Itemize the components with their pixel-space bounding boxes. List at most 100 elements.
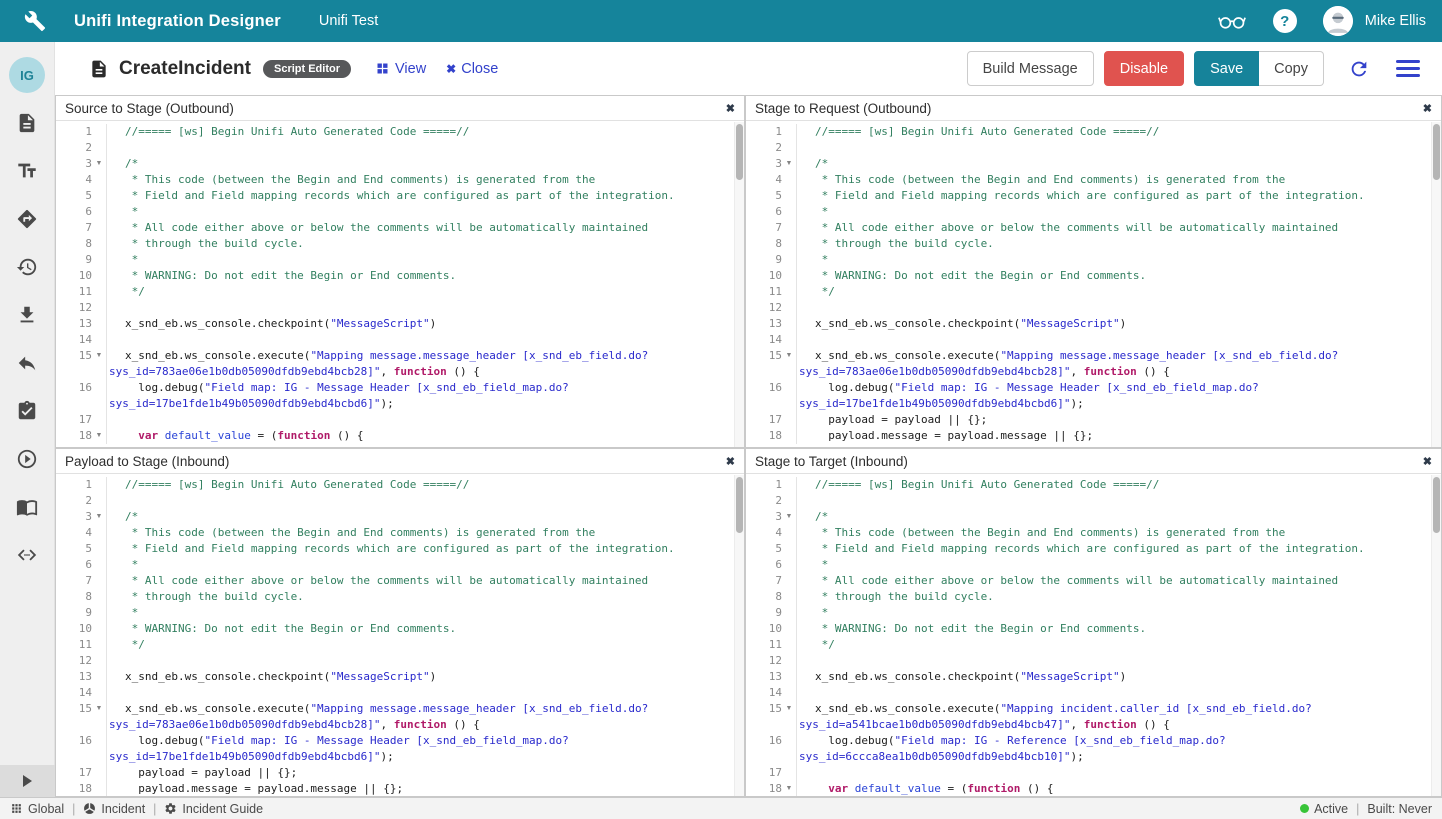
spectacles-icon[interactable] xyxy=(1217,10,1247,32)
sidebar-code-icon[interactable] xyxy=(0,531,55,579)
sidebar-tasks-icon[interactable] xyxy=(0,387,55,435)
fold-gutter xyxy=(782,605,796,621)
code-line: 9 * xyxy=(746,605,1441,621)
fold-arrow-icon[interactable]: ▼ xyxy=(782,156,796,172)
disable-button[interactable]: Disable xyxy=(1104,51,1184,86)
user-avatar[interactable] xyxy=(1323,6,1353,36)
sidebar-history-icon[interactable] xyxy=(0,243,55,291)
save-copy-group: Save Copy xyxy=(1194,51,1324,86)
fold-arrow-icon[interactable]: ▼ xyxy=(92,348,106,364)
sidebar-icon-list xyxy=(0,99,55,579)
fold-gutter xyxy=(92,493,106,509)
code-line: 11 */ xyxy=(746,284,1441,300)
fold-gutter xyxy=(782,236,796,252)
code-line: 5 * Field and Field mapping records whic… xyxy=(56,188,744,204)
fold-gutter xyxy=(782,300,796,316)
panel-scrollbar[interactable] xyxy=(734,475,744,796)
environment-name[interactable]: Unifi Test xyxy=(319,13,378,29)
code-editor[interactable]: 1//===== [ws] Begin Unifi Auto Generated… xyxy=(746,474,1441,796)
scrollbar-thumb[interactable] xyxy=(1433,124,1440,180)
code-line: 8 * through the build cycle. xyxy=(746,589,1441,605)
code-text: * through the build cycle. xyxy=(106,236,744,252)
scrollbar-thumb[interactable] xyxy=(1433,477,1440,533)
code-text: * Field and Field mapping records which … xyxy=(796,188,1441,204)
document-header: CreateIncident Script Editor View ✖ Clos… xyxy=(55,42,1442,95)
line-number: 5 xyxy=(56,188,92,204)
panel-header: Payload to Stage (Inbound)✖ xyxy=(56,449,744,474)
panel-scrollbar[interactable] xyxy=(734,122,744,447)
code-text: /* xyxy=(796,509,1441,525)
fold-arrow-icon[interactable]: ▼ xyxy=(92,428,106,444)
code-text: sys_id=17be1fde1b49b05090dfdb9ebd4bcbd6]… xyxy=(106,749,744,765)
view-link[interactable]: View xyxy=(375,61,426,77)
copy-button[interactable]: Copy xyxy=(1259,51,1324,86)
build-message-button[interactable]: Build Message xyxy=(967,51,1094,86)
sidebar-download-icon[interactable] xyxy=(0,291,55,339)
code-text: * Field and Field mapping records which … xyxy=(106,541,744,557)
scope-links: Global|Incident|Incident Guide xyxy=(10,802,263,816)
sidebar-directions-icon[interactable] xyxy=(0,195,55,243)
user-name[interactable]: Mike Ellis xyxy=(1365,13,1426,29)
refresh-icon[interactable] xyxy=(1348,58,1370,80)
view-link-label: View xyxy=(395,61,426,77)
fold-arrow-icon[interactable]: ▼ xyxy=(92,509,106,525)
panel-scrollbar[interactable] xyxy=(1431,475,1441,796)
code-text: x_snd_eb.ws_console.checkpoint("MessageS… xyxy=(796,316,1441,332)
code-text xyxy=(796,300,1441,316)
code-editor[interactable]: 1//===== [ws] Begin Unifi Auto Generated… xyxy=(56,474,744,796)
code-text: */ xyxy=(796,284,1441,300)
close-link[interactable]: ✖ Close xyxy=(446,61,498,77)
code-line: 12 xyxy=(56,300,744,316)
sidebar-text-fields-icon[interactable] xyxy=(0,147,55,195)
scope-link-label: Incident xyxy=(101,802,145,816)
panel-scrollbar[interactable] xyxy=(1431,122,1441,447)
code-editor[interactable]: 1//===== [ws] Begin Unifi Auto Generated… xyxy=(746,121,1441,447)
fold-arrow-icon[interactable]: ▼ xyxy=(782,348,796,364)
panel-close-icon[interactable]: ✖ xyxy=(1423,455,1432,468)
code-text: //===== [ws] Begin Unifi Auto Generated … xyxy=(106,477,744,493)
panel-close-icon[interactable]: ✖ xyxy=(726,102,735,115)
fold-gutter xyxy=(782,573,796,589)
code-line: 2 xyxy=(746,140,1441,156)
fold-arrow-icon[interactable]: ▼ xyxy=(92,156,106,172)
code-line: 10 * WARNING: Do not edit the Begin or E… xyxy=(56,621,744,637)
code-text: x_snd_eb.ws_console.execute("Mapping mes… xyxy=(796,348,1441,364)
line-number: 13 xyxy=(56,316,92,332)
scrollbar-thumb[interactable] xyxy=(736,124,743,180)
fold-arrow-icon[interactable]: ▼ xyxy=(782,701,796,717)
sidebar-expand-button[interactable] xyxy=(0,765,55,797)
code-line: 11 */ xyxy=(56,637,744,653)
save-button[interactable]: Save xyxy=(1194,51,1259,86)
fold-arrow-icon[interactable]: ▼ xyxy=(92,701,106,717)
sidebar-play-circle-icon[interactable] xyxy=(0,435,55,483)
code-line: 3▼/* xyxy=(56,509,744,525)
code-line: sys_id=17be1fde1b49b05090dfdb9ebd4bcbd6]… xyxy=(56,749,744,765)
code-text: payload = payload || {}; xyxy=(106,765,744,781)
integration-avatar[interactable]: IG xyxy=(9,57,45,93)
help-icon[interactable]: ? xyxy=(1273,9,1297,33)
code-line: 18▼ var default_value = (function () { xyxy=(746,781,1441,796)
panel-close-icon[interactable]: ✖ xyxy=(1423,102,1432,115)
code-line: 12 xyxy=(56,653,744,669)
scope-link-incident-guide[interactable]: Incident Guide xyxy=(164,802,263,816)
code-text: * through the build cycle. xyxy=(106,589,744,605)
fold-arrow-icon[interactable]: ▼ xyxy=(782,781,796,796)
action-buttons: Build Message Disable Save Copy xyxy=(967,51,1426,86)
sidebar-book-icon[interactable] xyxy=(0,483,55,531)
expand-arrow-icon xyxy=(23,775,32,787)
line-number: 13 xyxy=(746,316,782,332)
code-editor[interactable]: 1//===== [ws] Begin Unifi Auto Generated… xyxy=(56,121,744,447)
wrench-icon[interactable] xyxy=(24,10,46,32)
code-text: sys_id=6ccca8ea1b0db05090dfdb9ebd4bcb10]… xyxy=(796,749,1441,765)
sidebar-document-icon[interactable] xyxy=(0,99,55,147)
code-text: x_snd_eb.ws_console.execute("Mapping inc… xyxy=(796,701,1441,717)
scope-link-global[interactable]: Global xyxy=(10,802,64,816)
line-number xyxy=(56,717,92,733)
scope-link-incident[interactable]: Incident xyxy=(83,802,145,816)
panel-close-icon[interactable]: ✖ xyxy=(726,455,735,468)
fold-arrow-icon[interactable]: ▼ xyxy=(782,509,796,525)
scrollbar-thumb[interactable] xyxy=(736,477,743,533)
menu-icon[interactable] xyxy=(1396,60,1420,77)
fold-gutter xyxy=(92,557,106,573)
sidebar-undo-icon[interactable] xyxy=(0,339,55,387)
